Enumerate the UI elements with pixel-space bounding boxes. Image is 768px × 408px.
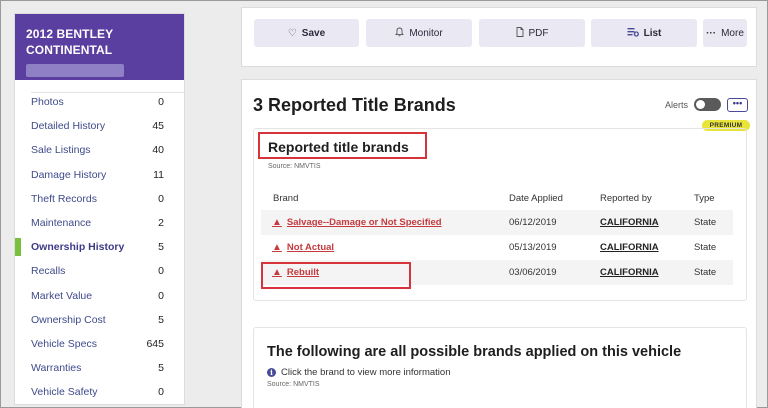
brand-type: State — [694, 217, 717, 228]
sidebar-item-count: 5 — [158, 362, 164, 375]
warning-icon: ▲ — [272, 242, 282, 253]
brand-name: Not Actual — [286, 242, 335, 253]
sidebar-item-label: Photos — [31, 96, 64, 109]
section-title: Reported title brands — [268, 139, 409, 155]
sidebar-item-ownership-history[interactable]: Ownership History 5 — [15, 235, 184, 259]
sidebar-item-vehicle-safety[interactable]: Vehicle Safety 0 — [15, 380, 184, 404]
reported-by-link[interactable]: CALIFORNIA — [600, 242, 659, 253]
monitor-label: Monitor — [409, 27, 443, 39]
sidebar-item-sale-listings[interactable]: Sale Listings 40 — [15, 138, 184, 162]
brand-type: State — [694, 267, 717, 278]
sidebar-item-market-value[interactable]: Market Value 0 — [15, 284, 184, 308]
sidebar-item-label: Warranties — [31, 362, 82, 375]
date-applied: 03/06/2019 — [509, 267, 557, 278]
save-button[interactable]: ♡ Save — [254, 19, 359, 47]
sidebar-item-detailed-history[interactable]: Detailed History 45 — [15, 114, 184, 138]
sidebar-item-count: 45 — [152, 120, 164, 133]
pdf-button[interactable]: PDF — [479, 19, 585, 47]
ellipsis-icon: ··· — [706, 27, 717, 39]
sidebar: 2012 BENTLEY CONTINENTAL Photos 0 Detaile… — [14, 13, 185, 405]
source-note: Source: NMVTIS — [267, 381, 320, 388]
alerts-label: Alerts — [665, 100, 689, 110]
sidebar-item-label: Maintenance — [31, 217, 92, 230]
vehicle-title-line1: 2012 BENTLEY — [26, 27, 114, 41]
sidebar-item-count: 0 — [158, 192, 164, 205]
brand-link[interactable]: ▲ Not Actual — [272, 242, 334, 253]
vin-redacted — [26, 64, 124, 77]
list-button[interactable]: List — [591, 19, 697, 47]
column-header-date: Date Applied — [509, 193, 563, 204]
info-icon: i — [267, 368, 276, 377]
heart-icon: ♡ — [287, 27, 297, 39]
sidebar-item-count: 40 — [152, 144, 164, 157]
sidebar-item-count: 11 — [153, 168, 164, 181]
vehicle-header: 2012 BENTLEY CONTINENTAL — [15, 14, 184, 80]
sidebar-item-count: 0 — [158, 265, 164, 278]
source-note: Source: NMVTIS — [268, 163, 321, 170]
possible-brands-card: The following are all possible brands ap… — [253, 327, 747, 408]
sidebar-item-theft-records[interactable]: Theft Records 0 — [15, 187, 184, 211]
sidebar-item-label: Damage History — [31, 168, 107, 181]
sidebar-item-label: Market Value — [31, 289, 93, 302]
date-applied: 05/13/2019 — [509, 242, 557, 253]
sidebar-item-count: 5 — [158, 313, 164, 326]
sidebar-item-count: 0 — [158, 289, 164, 302]
list-add-icon — [627, 27, 639, 40]
sidebar-item-count: 2 — [158, 217, 164, 230]
column-header-reported-by: Reported by — [600, 193, 652, 204]
section-title: The following are all possible brands ap… — [267, 344, 682, 360]
reported-by-link[interactable]: CALIFORNIA — [600, 217, 659, 228]
reported-brands-card: Reported title brands Source: NMVTIS Bra… — [253, 128, 747, 301]
sidebar-item-label: Detailed History — [31, 120, 106, 133]
sidebar-item-label: Theft Records — [31, 192, 97, 205]
sidebar-item-count: 645 — [146, 337, 164, 350]
sidebar-item-label: Ownership Cost — [31, 313, 106, 326]
table-row: ▲ Salvage--Damage or Not Specified 06/12… — [261, 210, 733, 235]
more-label: More — [721, 27, 744, 39]
highlight-box — [261, 262, 411, 289]
action-toolbar: ♡ Save Monitor PDF List ··· More — [241, 7, 757, 67]
sidebar-item-count: 0 — [158, 96, 164, 109]
monitor-button[interactable]: Monitor — [366, 19, 472, 47]
brand-name: Salvage--Damage or Not Specified — [286, 217, 442, 228]
brand-type: State — [694, 242, 717, 253]
pdf-label: PDF — [528, 27, 549, 39]
brand-link[interactable]: ▲ Salvage--Damage or Not Specified — [272, 217, 442, 228]
title-brands-panel: 3 Reported Title Brands Alerts ••• PREMI… — [241, 79, 757, 408]
sidebar-item-label: Vehicle Safety — [31, 386, 98, 399]
column-header-brand: Brand — [273, 193, 299, 204]
sidebar-item-maintenance[interactable]: Maintenance 2 — [15, 211, 184, 235]
sidebar-nav: Photos 0 Detailed History 45 Sale Listings… — [15, 80, 184, 404]
sidebar-item-vehicle-specs[interactable]: Vehicle Specs 645 — [15, 332, 184, 356]
sidebar-item-label: Ownership History — [31, 241, 125, 254]
column-header-type: Type — [694, 193, 715, 204]
info-text: Click the brand to view more information — [281, 367, 451, 378]
date-applied: 06/12/2019 — [509, 217, 557, 228]
save-label: Save — [301, 27, 326, 39]
sidebar-item-photos[interactable]: Photos 0 — [15, 90, 184, 114]
options-menu-button[interactable]: ••• — [727, 98, 748, 112]
info-line: i Click the brand to view more informati… — [267, 367, 451, 378]
list-label: List — [643, 27, 662, 39]
sidebar-item-recalls[interactable]: Recalls 0 — [15, 259, 184, 283]
sidebar-item-warranties[interactable]: Warranties 5 — [15, 356, 184, 380]
sidebar-item-ownership-cost[interactable]: Ownership Cost 5 — [15, 308, 184, 332]
sidebar-item-damage-history[interactable]: Damage History 11 — [15, 163, 184, 187]
sidebar-item-label: Sale Listings — [31, 144, 91, 157]
page-title: 3 Reported Title Brands — [253, 95, 456, 115]
reported-by-link[interactable]: CALIFORNIA — [600, 267, 659, 278]
more-button[interactable]: ··· More — [703, 19, 747, 47]
warning-icon: ▲ — [272, 217, 282, 228]
table-row: ▲ Not Actual 05/13/2019 CALIFORNIA State — [261, 235, 733, 260]
sidebar-item-label: Recalls — [31, 265, 66, 278]
document-icon — [516, 26, 524, 40]
sidebar-item-count: 5 — [158, 241, 164, 254]
sidebar-item-count: 0 — [158, 386, 164, 399]
bell-icon — [395, 27, 405, 40]
alerts-toggle[interactable] — [694, 98, 721, 111]
sidebar-item-label: Vehicle Specs — [31, 337, 97, 350]
vehicle-title-line2: CONTINENTAL — [26, 43, 113, 57]
